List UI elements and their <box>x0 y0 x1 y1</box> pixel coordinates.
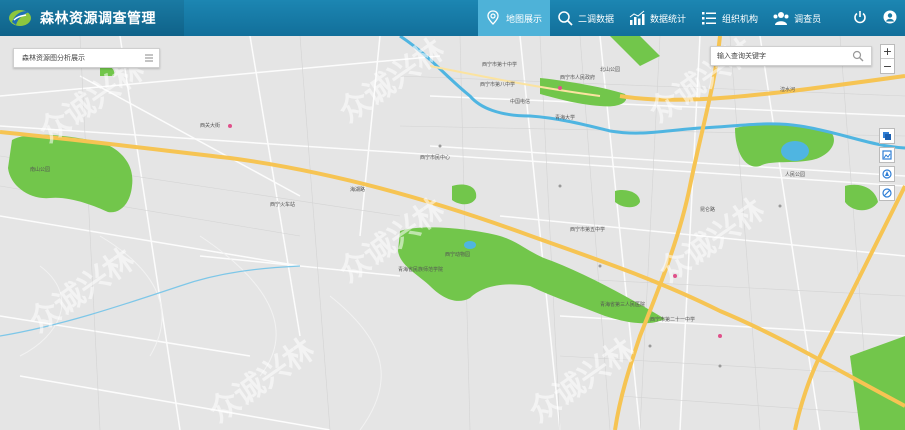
map-label: 中国电信 <box>510 99 531 105</box>
search-icon[interactable] <box>852 50 864 62</box>
menu-icon[interactable] <box>145 54 153 62</box>
nav-organization[interactable]: 组织机构 <box>694 0 766 36</box>
map-view[interactable]: 西宁市第十中学 西宁市人民政府 西宁市第八中学 中国电信 青海大学 人民公园 西… <box>0 36 905 430</box>
nav-investigators[interactable]: 调查员 <box>766 0 829 36</box>
map-label: 青海大学 <box>555 115 576 121</box>
measure-button[interactable] <box>879 166 895 182</box>
layers-button[interactable] <box>879 128 895 144</box>
nav-map-display[interactable]: 地图展示 <box>478 0 551 36</box>
compass-icon <box>882 169 892 179</box>
map-label: 海湖路 <box>350 187 366 193</box>
map-tools <box>879 128 895 204</box>
nav-label: 数据统计 <box>650 14 687 25</box>
top-icons <box>851 8 899 26</box>
map-label: 青海省民族师范学院 <box>398 267 444 273</box>
image-icon <box>882 150 892 160</box>
image-layer-button[interactable] <box>879 147 895 163</box>
map-label: 昆仑路 <box>700 207 716 213</box>
locate-icon <box>882 188 892 198</box>
analysis-panel[interactable]: 森林资源图分析展示 <box>13 48 160 68</box>
map-label: 人民公园 <box>785 172 806 178</box>
map-label: 南山公园 <box>30 167 51 173</box>
map-label: 湟水河 <box>780 87 796 93</box>
nav-survey-data[interactable]: 二调数据 <box>550 0 622 36</box>
map-label: 西宁火车站 <box>270 202 296 208</box>
nav-statistics[interactable]: 数据统计 <box>622 0 694 36</box>
user-icon[interactable] <box>881 8 899 26</box>
main-nav: 地图展示 二调数据 数据统计 组织机构 调查员 <box>478 0 829 36</box>
map-label: 西宁动物园 <box>445 252 471 258</box>
map-label: 西宁市第十中学 <box>482 62 518 68</box>
list-icon <box>702 12 717 25</box>
chart-icon <box>629 10 645 25</box>
map-pin-icon <box>487 10 499 25</box>
search-input[interactable] <box>710 46 872 66</box>
power-icon[interactable] <box>851 8 869 26</box>
layers-icon <box>883 132 891 140</box>
nav-label: 组织机构 <box>722 14 759 25</box>
map-label: 西关大街 <box>200 123 221 129</box>
map-base <box>0 36 905 430</box>
zoom-control: + − <box>880 44 895 74</box>
map-label: 西宁市民中心 <box>420 155 451 161</box>
zoom-out-button[interactable]: − <box>881 59 894 73</box>
panel-label: 森林资源图分析展示 <box>22 54 85 62</box>
app-logo-icon <box>9 10 31 26</box>
map-label: 西宁市第五中学 <box>570 227 606 233</box>
zoom-in-button[interactable]: + <box>881 45 894 59</box>
map-label: 西宁市第八中学 <box>480 82 516 88</box>
top-bar: 森林资源调查管理 地图展示 二调数据 数据统计 组织机构 调查员 <box>0 0 905 36</box>
locate-button[interactable] <box>879 185 895 201</box>
map-label: 西宁市人民政府 <box>560 75 596 81</box>
nav-label: 调查员 <box>794 14 822 25</box>
users-icon <box>773 12 789 25</box>
nav-label: 地图展示 <box>506 14 543 25</box>
map-label: 西宁市第二十一中学 <box>650 317 696 323</box>
search-icon <box>558 11 573 26</box>
map-label: 北山公园 <box>600 67 621 73</box>
brand: 森林资源调查管理 <box>0 0 184 36</box>
app-title: 森林资源调查管理 <box>40 11 156 27</box>
map-label: 青海省第三人民医院 <box>600 302 646 308</box>
nav-label: 二调数据 <box>578 14 615 25</box>
